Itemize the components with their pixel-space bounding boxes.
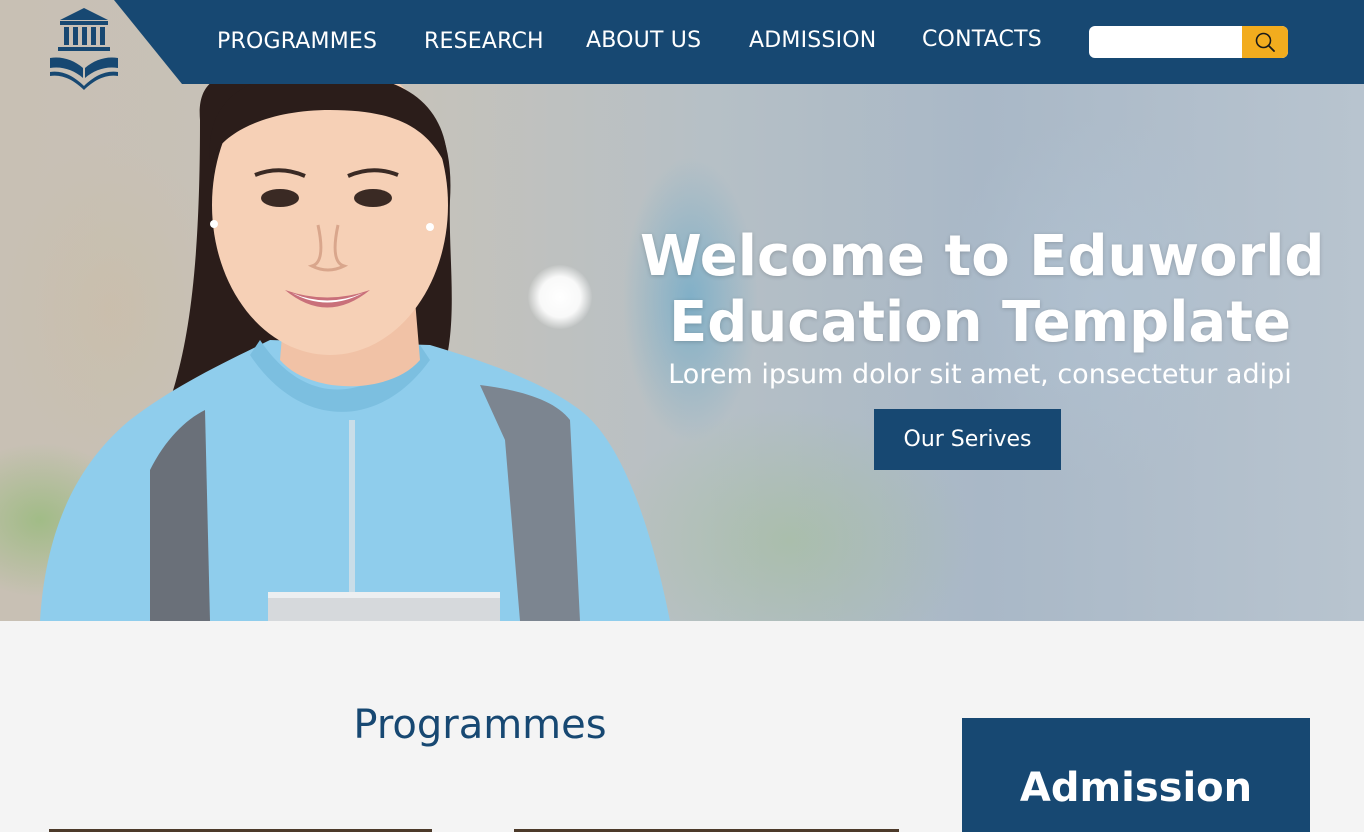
hero-title-line-1: Welcome to Eduworld [640, 224, 1325, 289]
admission-title: Admission [1019, 765, 1253, 811]
nav-item-contacts[interactable]: CONTACTS [922, 26, 1042, 54]
our-services-button[interactable]: Our Serives [874, 409, 1061, 470]
programmes-title: Programmes [353, 702, 607, 748]
search-button[interactable] [1242, 26, 1288, 58]
search-input[interactable] [1089, 26, 1239, 58]
admission-panel: Admission [962, 718, 1310, 832]
search-icon [1255, 32, 1275, 52]
site-header: PROGRAMMES RESEARCH ABOUT US ADMISSION C… [0, 0, 1364, 90]
nav-item-admission[interactable]: ADMISSION [749, 27, 876, 55]
nav-item-about-us[interactable]: ABOUT US [586, 27, 701, 55]
nav-item-programmes[interactable]: PROGRAMMES [217, 28, 377, 56]
nav-item-research[interactable]: RESEARCH [424, 28, 544, 56]
hero-subtitle: Lorem ipsum dolor sit amet, consectetur … [668, 359, 1292, 390]
hero-title-line-2: Education Template [669, 290, 1291, 355]
hero-title: Welcome to Eduworld Education Template [640, 224, 1325, 356]
search-box [1089, 26, 1288, 58]
hero-student-image [40, 55, 670, 621]
university-book-icon[interactable] [48, 6, 120, 90]
